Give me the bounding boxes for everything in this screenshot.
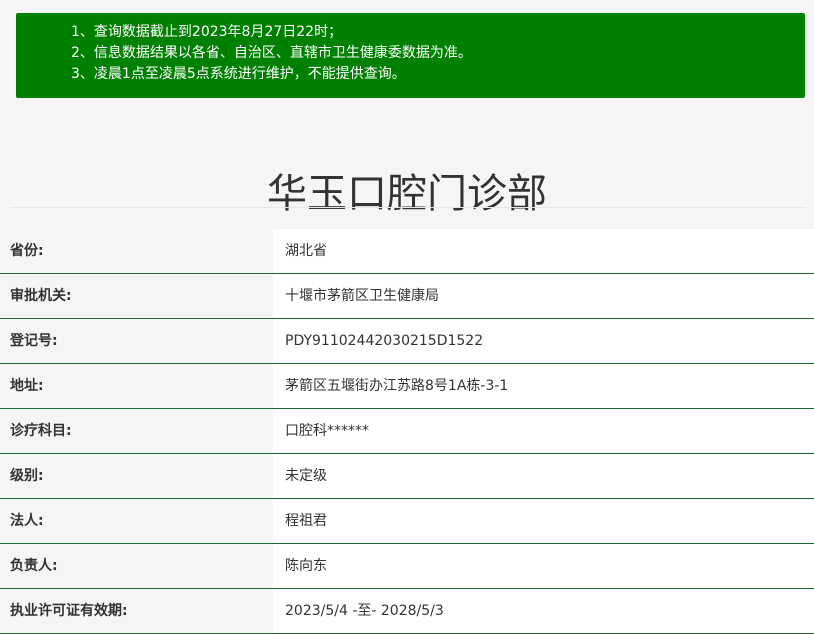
notice-line-2: 2、信息数据结果以各省、自治区、直辖市卫生健康委数据为准。 bbox=[71, 45, 472, 61]
row-level: 级别: 未定级 bbox=[0, 454, 814, 499]
row-person-in-charge: 负责人: 陈向东 bbox=[0, 544, 814, 589]
address-value: 茅箭区五堰街办江苏路8号1A栋-3-1 bbox=[273, 364, 814, 408]
approval-authority-label: 审批机关: bbox=[0, 274, 273, 318]
row-license-validity: 执业许可证有效期: 2023/5/4 -至- 2028/5/3 bbox=[0, 589, 814, 634]
registration-number-value: PDY91102442030215D1522 bbox=[273, 319, 814, 363]
level-value: 未定级 bbox=[273, 454, 814, 498]
province-value: 湖北省 bbox=[273, 229, 814, 273]
departments-value: 口腔科****** bbox=[273, 409, 814, 453]
level-label: 级别: bbox=[0, 454, 273, 498]
license-validity-value: 2023/5/4 -至- 2028/5/3 bbox=[273, 589, 814, 633]
legal-person-label: 法人: bbox=[0, 499, 273, 543]
approval-authority-value: 十堰市茅箭区卫生健康局 bbox=[273, 274, 814, 318]
notice-line-1: 1、查询数据截止到2023年8月27日22时； bbox=[71, 24, 343, 40]
notice-line-3: 3、凌晨1点至凌晨5点系统进行维护，不能提供查询。 bbox=[71, 66, 406, 82]
address-label: 地址: bbox=[0, 364, 273, 408]
row-departments: 诊疗科目: 口腔科****** bbox=[0, 409, 814, 454]
registration-number-label: 登记号: bbox=[0, 319, 273, 363]
province-label: 省份: bbox=[0, 229, 273, 273]
row-province: 省份: 湖北省 bbox=[0, 229, 814, 274]
row-approval-authority: 审批机关: 十堰市茅箭区卫生健康局 bbox=[0, 274, 814, 319]
title-divider bbox=[10, 207, 806, 208]
row-registration-number: 登记号: PDY91102442030215D1522 bbox=[0, 319, 814, 364]
row-legal-person: 法人: 程祖君 bbox=[0, 499, 814, 544]
legal-person-value: 程祖君 bbox=[273, 499, 814, 543]
clinic-info-table: 省份: 湖北省 审批机关: 十堰市茅箭区卫生健康局 登记号: PDY911024… bbox=[0, 229, 814, 634]
notice-banner: 1、查询数据截止到2023年8月27日22时； 2、信息数据结果以各省、自治区、… bbox=[16, 13, 805, 98]
person-in-charge-label: 负责人: bbox=[0, 544, 273, 588]
license-validity-label: 执业许可证有效期: bbox=[0, 589, 273, 633]
clinic-name-title: 华玉口腔门诊部 bbox=[267, 170, 547, 217]
departments-label: 诊疗科目: bbox=[0, 409, 273, 453]
row-address: 地址: 茅箭区五堰街办江苏路8号1A栋-3-1 bbox=[0, 364, 814, 409]
person-in-charge-value: 陈向东 bbox=[273, 544, 814, 588]
